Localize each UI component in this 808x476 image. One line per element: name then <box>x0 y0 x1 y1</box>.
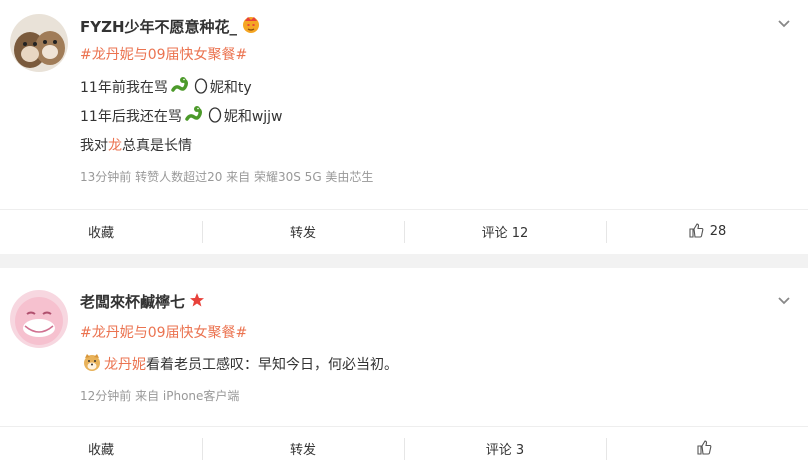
doge-emoji-icon <box>82 352 102 376</box>
action-bar: 收藏 转发 评论 12 28 <box>0 209 808 253</box>
like-count: 28 <box>709 224 727 239</box>
comment-label: 评论 3 <box>485 443 525 458</box>
repost-button[interactable]: 转发 <box>202 210 404 253</box>
repost-button[interactable]: 转发 <box>202 427 404 470</box>
egg-emoji-icon <box>208 105 222 127</box>
like-button[interactable]: 28 <box>606 210 808 253</box>
repost-label: 转发 <box>289 226 316 241</box>
like-button[interactable] <box>606 427 808 470</box>
text-segment: 妮和wjjw <box>223 109 283 125</box>
crown-emoji-icon <box>241 14 261 38</box>
post-text-line-1: 龙丹妮 看着老员工感叹：早知今日，何必当初。 <box>80 352 398 376</box>
text-segment: 11年后我还在骂 <box>80 109 182 125</box>
post-text-line-3: 我对 龙 总真是长情 <box>80 135 192 155</box>
comment-button[interactable]: 评论 3 <box>404 427 606 470</box>
egg-emoji-icon <box>194 76 208 98</box>
topic-line: #龙丹妮与09届快女聚餐# <box>80 322 247 342</box>
post-text-line-2: 11年后我还在骂 妮和wjjw <box>80 105 283 127</box>
collect-label: 收藏 <box>87 443 114 458</box>
text-segment: 看着老员工感叹：早知今日，何必当初。 <box>146 357 398 373</box>
topic-line: #龙丹妮与09届快女聚餐# <box>80 44 247 64</box>
collect-button[interactable]: 收藏 <box>0 210 202 253</box>
avatar[interactable] <box>10 14 68 72</box>
text-segment: 总真是长情 <box>122 138 192 154</box>
text-segment: 妮和ty <box>209 80 252 96</box>
username-text: 老闆來杯鹹檸七 <box>80 293 186 311</box>
username[interactable]: FYZH少年不愿意种花_ <box>80 14 261 38</box>
chevron-down-icon[interactable] <box>776 293 792 309</box>
collect-label: 收藏 <box>87 226 114 241</box>
username[interactable]: 老闆來杯鹹檸七 <box>80 291 205 312</box>
snake-emoji-icon <box>184 105 204 127</box>
post-meta: 12分钟前 来自 iPhone客户端 <box>80 389 240 403</box>
post-text-line-1: 11年前我在骂 妮和ty <box>80 76 252 98</box>
text-segment: 11年前我在骂 <box>80 80 168 96</box>
comment-label: 评论 12 <box>481 226 529 241</box>
weibo-post: 老闆來杯鹹檸七 #龙丹妮与09届快女聚餐# 龙丹妮 看着老员工感叹：早知今日，何… <box>0 268 808 476</box>
collect-button[interactable]: 收藏 <box>0 427 202 470</box>
action-bar: 收藏 转发 评论 3 <box>0 426 808 470</box>
topic-hashtag[interactable]: #龙丹妮与09届快女聚餐# <box>80 322 247 342</box>
username-text: FYZH少年不愿意种花_ <box>80 17 238 36</box>
mention-link[interactable]: 龙丹妮 <box>104 354 146 374</box>
chevron-down-icon[interactable] <box>776 16 792 32</box>
post-meta: 13分钟前 转赞人数超过20 来自 荣耀30S 5G 美由芯生 <box>80 170 374 184</box>
comment-button[interactable]: 评论 12 <box>404 210 606 253</box>
topic-hashtag[interactable]: #龙丹妮与09届快女聚餐# <box>80 44 247 64</box>
text-segment: 我对 <box>80 138 108 154</box>
repost-label: 转发 <box>289 443 316 458</box>
red-star-icon <box>189 292 205 312</box>
thumbs-up-icon <box>696 439 712 459</box>
weibo-post: FYZH少年不愿意种花_ #龙丹妮与09届快女聚餐# 11年前我在骂 妮和ty … <box>0 0 808 254</box>
thumbs-up-icon <box>688 222 704 242</box>
snake-emoji-icon <box>170 76 190 98</box>
highlighted-text: 龙 <box>108 138 122 154</box>
avatar[interactable] <box>10 290 68 348</box>
